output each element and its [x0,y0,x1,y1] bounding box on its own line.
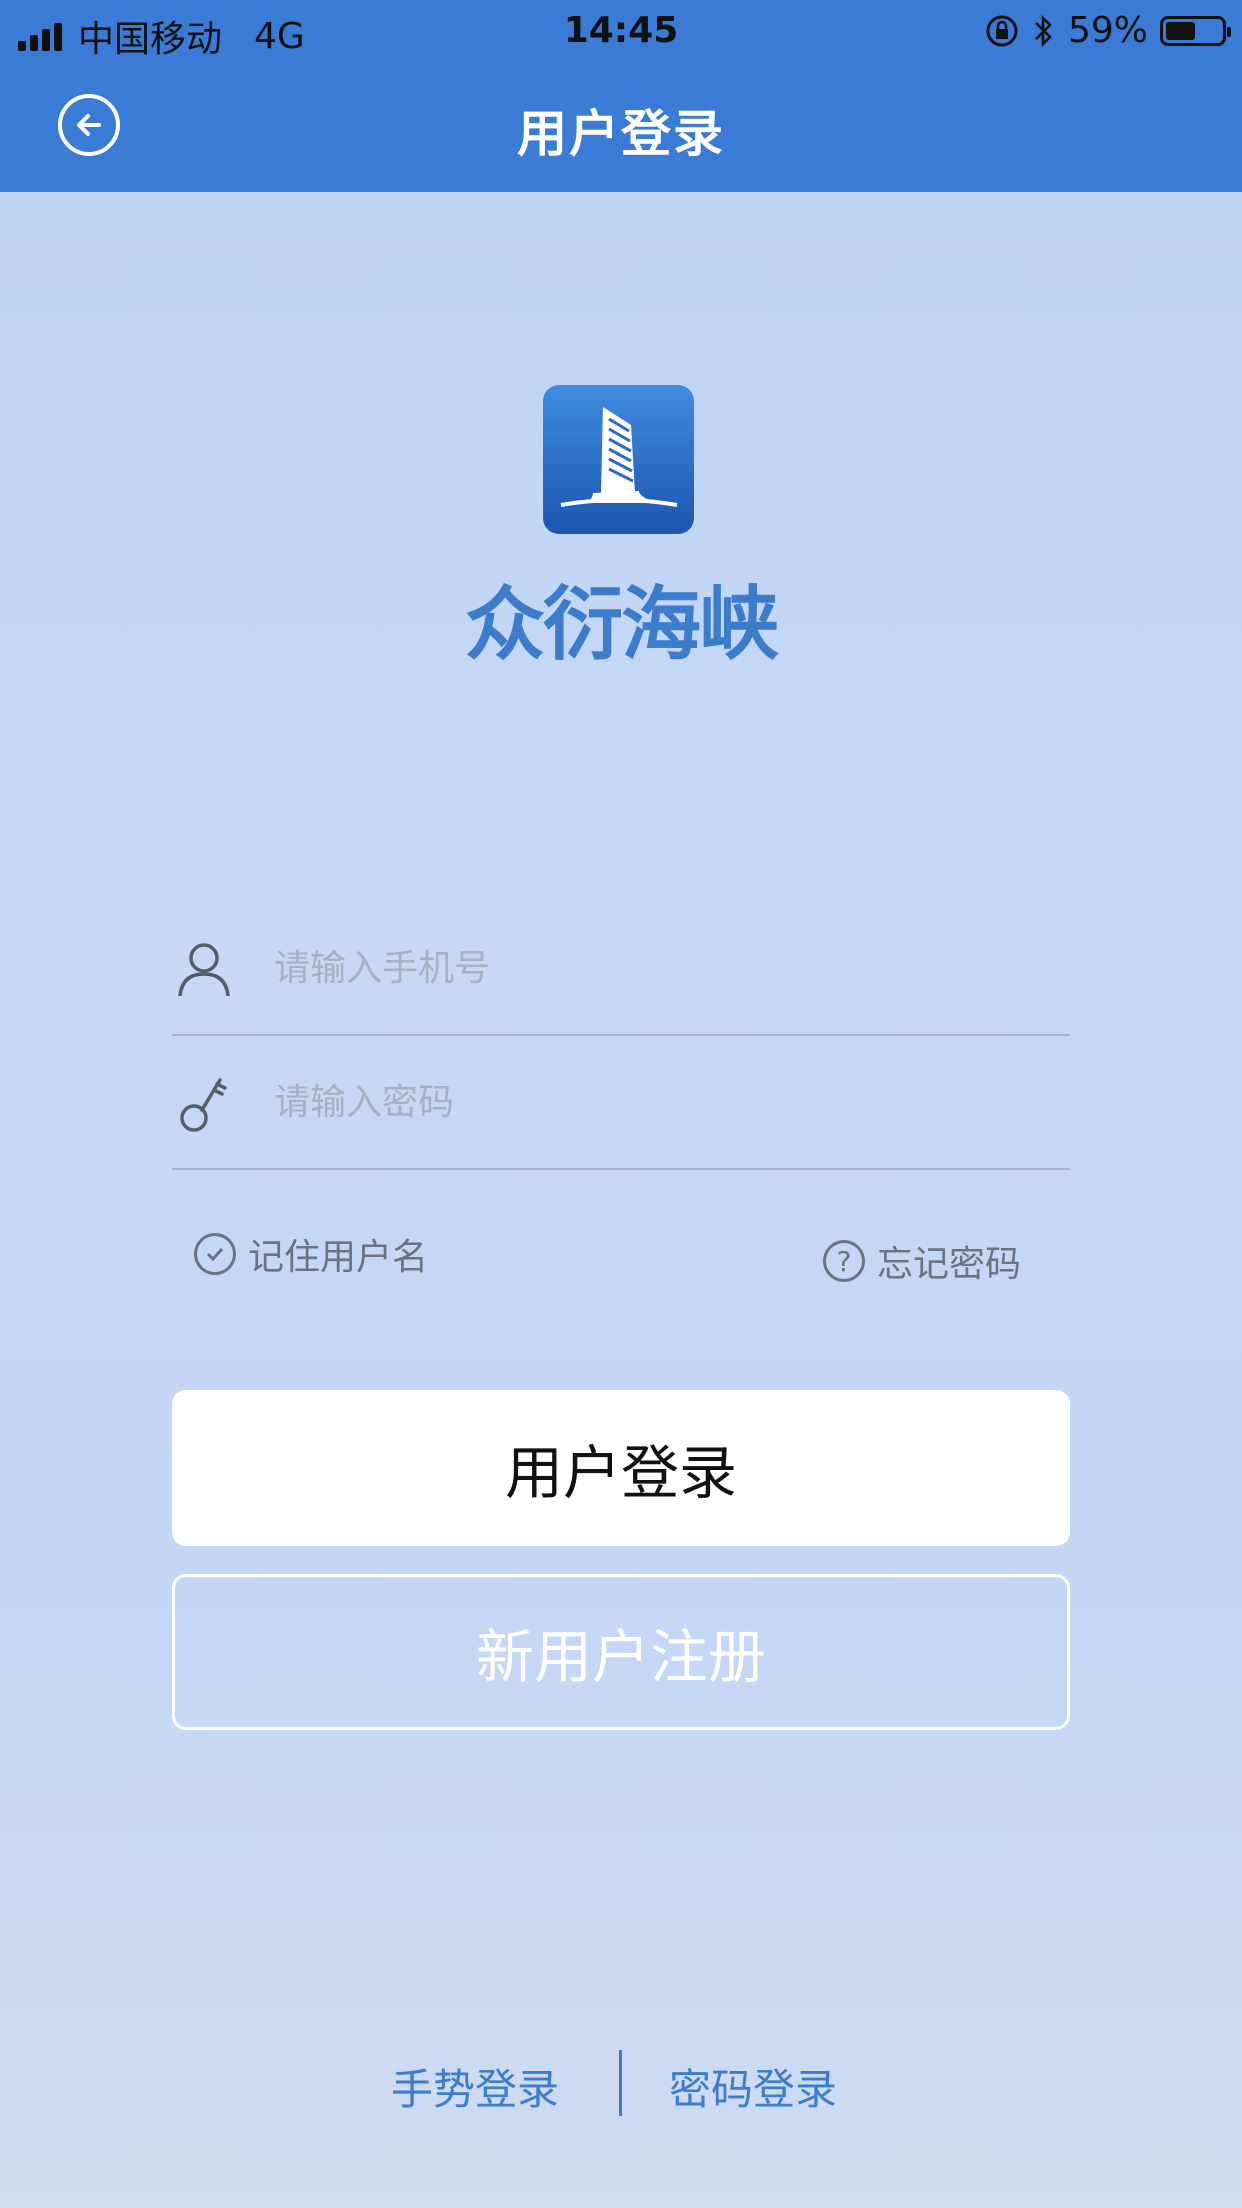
user-icon [178,943,230,997]
password-input[interactable] [272,1066,1056,1138]
divider [619,2050,622,2116]
phone-field-row [172,902,1070,1036]
building-logo-icon [543,385,694,534]
battery-tip [1227,26,1231,37]
gesture-login-link[interactable]: 手势登录 [391,2056,559,2117]
brand-name: 众衍海峡 [465,578,779,671]
password-field-row [172,1036,1070,1170]
check-circle-icon [194,1233,236,1275]
login-button[interactable]: 用户登录 [172,1390,1070,1546]
phone-input[interactable] [272,932,1056,1004]
battery-fill [1166,21,1196,40]
page-title: 用户登录 [517,105,725,163]
register-button[interactable]: 新用户注册 [172,1574,1070,1730]
key-icon [180,1078,227,1132]
password-login-link[interactable]: 密码登录 [669,2056,837,2117]
forgot-password-link[interactable]: ? 忘记密码 [823,1235,1021,1287]
battery-percent: 59% [1067,10,1148,51]
status-bar: 中国移动 4G 14:45 59% [0,0,1242,62]
question-circle-icon: ? [823,1240,865,1282]
remember-label: 记住用户名 [248,1237,429,1278]
remember-username-toggle[interactable]: 记住用户名 [194,1228,428,1280]
status-bar-right: 59% [984,10,1231,51]
nav-bar: 用户登录 [0,62,1242,192]
rotation-lock-icon [986,15,1018,46]
login-mode-switcher: 手势登录 密码登录 [0,2050,1242,2116]
forgot-label: 忘记密码 [877,1244,1022,1285]
bluetooth-icon [1035,14,1052,47]
battery-icon [1160,15,1231,46]
